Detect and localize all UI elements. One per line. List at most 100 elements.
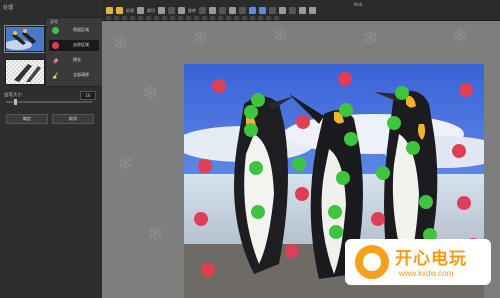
keep-marker[interactable]	[419, 195, 433, 209]
snowflake-pattern-icon: ❄	[147, 221, 164, 245]
blur-icon[interactable]	[210, 16, 215, 20]
rotate-left-icon[interactable]	[266, 16, 271, 20]
brush-size-input[interactable]: 16	[80, 91, 96, 100]
remove-marker[interactable]	[452, 144, 466, 158]
slider-knob[interactable]	[14, 99, 17, 105]
toolbar-label-rotate[interactable]: 旋转	[188, 7, 196, 16]
remove-marker[interactable]	[371, 212, 385, 226]
remove-marker[interactable]	[296, 115, 310, 129]
remove-marker[interactable]	[285, 244, 299, 258]
brush-size-slider[interactable]	[6, 99, 92, 105]
brush-keep-area[interactable]: 保留区域	[49, 25, 99, 36]
keep-marker[interactable]	[339, 103, 353, 117]
toolbar-label-crop[interactable]: 裁切	[147, 7, 155, 16]
fill-icon[interactable]	[186, 16, 191, 20]
watermark-title: 开心电玩	[395, 249, 467, 269]
keep-marker[interactable]	[328, 205, 342, 219]
undo-icon[interactable]	[249, 7, 256, 14]
remove-marker[interactable]	[212, 79, 226, 93]
cancel-button[interactable]: 取消	[52, 114, 94, 124]
thumbnail-original[interactable]	[4, 25, 46, 53]
cutout-thumbnail-icon	[6, 60, 44, 84]
stamp-icon[interactable]	[229, 7, 236, 14]
remove-marker[interactable]	[201, 263, 215, 277]
green-dot-icon	[52, 27, 59, 34]
gradient-icon[interactable]	[218, 16, 223, 20]
penguin-thumbnail-icon	[4, 27, 44, 51]
image-icon[interactable]	[158, 7, 165, 14]
keep-marker[interactable]	[376, 166, 390, 180]
pen-icon[interactable]	[170, 16, 175, 20]
layers-icon[interactable]	[168, 7, 175, 14]
stack-icon[interactable]	[178, 7, 185, 14]
picker-icon[interactable]	[194, 16, 199, 20]
keep-marker[interactable]	[244, 105, 258, 119]
line-icon[interactable]	[154, 16, 159, 20]
redo-icon[interactable]	[259, 7, 266, 14]
crop-icon[interactable]	[137, 7, 144, 14]
snowflake-pattern-icon: ❄	[362, 26, 379, 50]
eraser-icon	[53, 58, 59, 64]
rotate-right-icon[interactable]	[274, 16, 279, 20]
panel-title: 处理	[3, 5, 14, 11]
watermark-badge: 开心电玩 www.kxdw.com	[345, 239, 491, 285]
effect-icon[interactable]	[239, 7, 246, 14]
checker-icon[interactable]	[258, 16, 263, 20]
select-rect-icon[interactable]	[106, 16, 111, 20]
frame-icon[interactable]	[219, 7, 226, 14]
keep-marker[interactable]	[329, 225, 343, 239]
clone-icon[interactable]	[202, 16, 207, 20]
remove-marker[interactable]	[457, 196, 471, 210]
toolbar-label-process[interactable]: 处理	[126, 7, 134, 16]
mirror-icon[interactable]	[234, 16, 239, 20]
snowflake-pattern-icon: ❄	[452, 23, 469, 47]
keep-marker[interactable]	[395, 86, 409, 100]
keep-marker[interactable]	[387, 116, 401, 130]
brush-erase[interactable]: 擦去	[49, 55, 99, 66]
left-panel: 处理 画笔 保留区域 去除区域 擦去 全部清除 画笔大小 16 确定 取消	[0, 0, 103, 298]
star-icon[interactable]	[146, 16, 151, 20]
keep-marker[interactable]	[251, 205, 265, 219]
brush-icon[interactable]	[178, 16, 183, 20]
snowflake-pattern-icon: ❄	[272, 23, 289, 47]
remove-marker[interactable]	[198, 159, 212, 173]
shape-icon[interactable]	[130, 16, 135, 20]
broom-icon	[52, 72, 58, 79]
keep-marker[interactable]	[244, 123, 258, 137]
keep-marker[interactable]	[336, 171, 350, 185]
watermark-url: www.kxdw.com	[399, 269, 454, 278]
heart-icon[interactable]	[138, 16, 143, 20]
select-ellipse-icon[interactable]	[114, 16, 119, 20]
keep-marker[interactable]	[292, 157, 306, 171]
brush-popup: 画笔 保留区域 去除区域 擦去 全部清除	[45, 17, 103, 87]
thumbnail-cutout[interactable]	[5, 59, 45, 85]
back-arrow-icon[interactable]	[106, 7, 113, 14]
confirm-button[interactable]: 确定	[6, 114, 48, 124]
keep-marker[interactable]	[344, 132, 358, 146]
keep-marker[interactable]	[249, 161, 263, 175]
folder-icon[interactable]	[116, 7, 123, 14]
zoom-in-icon[interactable]	[299, 7, 306, 14]
snowflake-pattern-icon: ❄	[142, 81, 159, 105]
grid-icon[interactable]	[199, 7, 206, 14]
adjust-icon[interactable]	[209, 7, 216, 14]
keep-marker[interactable]	[406, 141, 420, 155]
border-icon[interactable]	[250, 16, 255, 20]
red-dot-icon	[52, 42, 59, 49]
remove-marker[interactable]	[295, 187, 309, 201]
brush-size-label: 画笔大小	[4, 93, 22, 98]
brush-clear-all[interactable]: 全部清除	[49, 70, 99, 81]
remove-marker[interactable]	[194, 212, 208, 226]
zoom-out-icon[interactable]	[309, 7, 316, 14]
remove-marker[interactable]	[459, 83, 473, 97]
brush-remove-area[interactable]: 去除区域	[49, 40, 99, 51]
sharpen-icon[interactable]	[279, 7, 286, 14]
window-title: Mob	[354, 2, 363, 7]
text-icon[interactable]	[289, 7, 296, 14]
remove-marker[interactable]	[338, 72, 352, 86]
filter-icon[interactable]	[269, 7, 276, 14]
flip-icon[interactable]	[242, 16, 247, 20]
arrow-icon[interactable]	[162, 16, 167, 20]
lasso-icon[interactable]	[122, 16, 127, 20]
mosaic-icon[interactable]	[226, 16, 231, 20]
